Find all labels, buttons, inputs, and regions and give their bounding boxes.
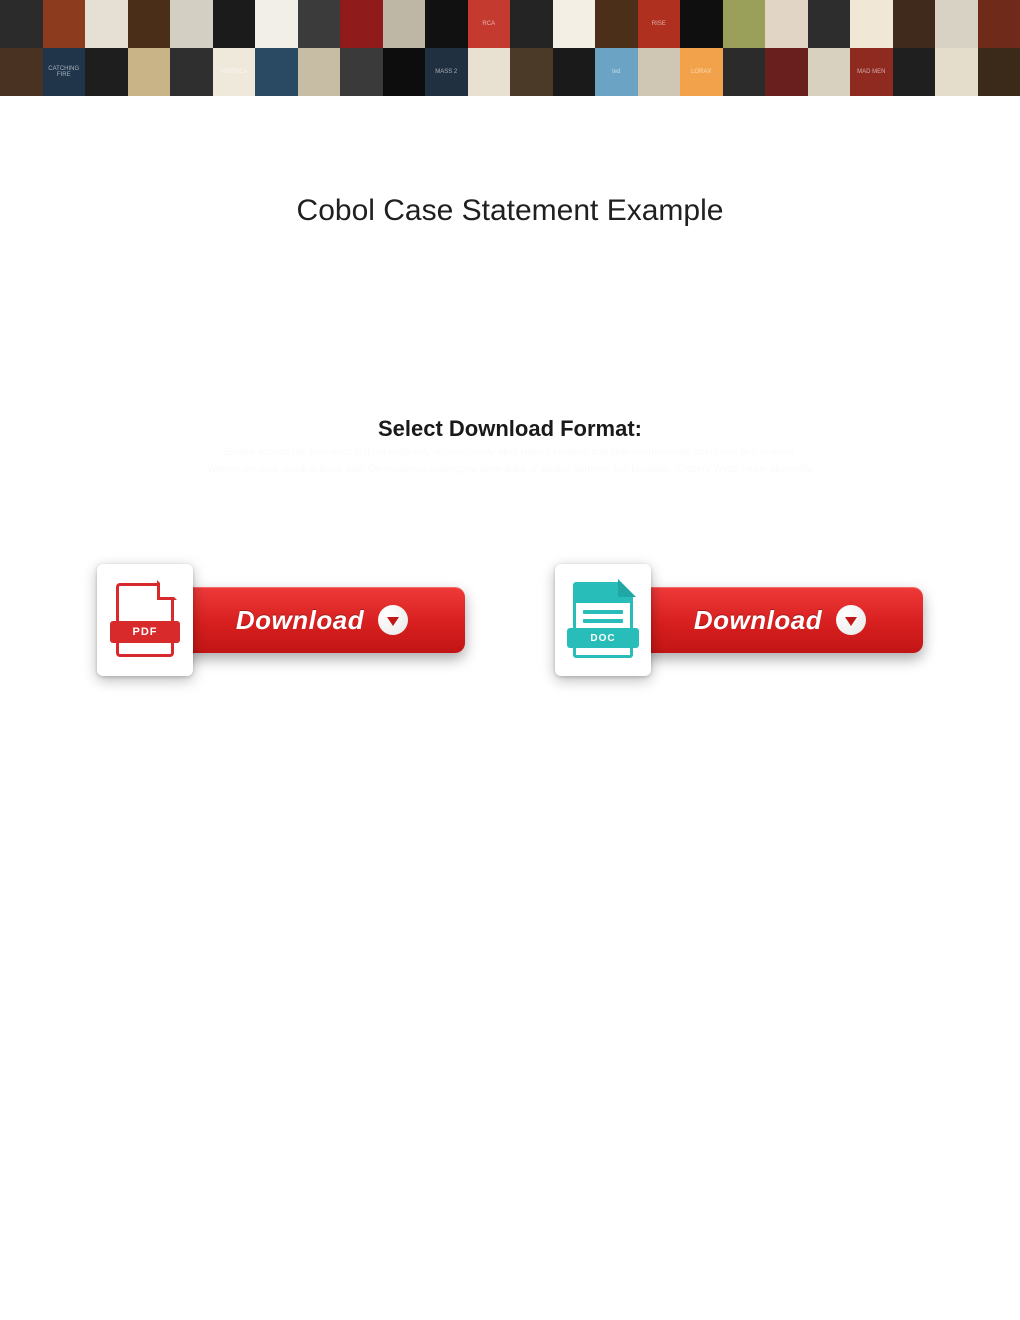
banner-thumb xyxy=(978,0,1020,48)
banner-thumb xyxy=(128,48,171,96)
banner-collage: RCA RISE CATCHING FIRE AMERICA MASS 2 ted LORA… xyxy=(0,0,1020,96)
banner-thumb: RCA xyxy=(468,0,511,48)
banner-thumb xyxy=(255,0,298,48)
banner-thumb xyxy=(723,48,766,96)
banner-thumb xyxy=(893,48,936,96)
download-pdf-button[interactable]: Download xyxy=(179,587,465,653)
download-arrow-icon xyxy=(836,605,866,635)
doc-file-icon: DOC xyxy=(573,582,633,658)
banner-thumb: ted xyxy=(595,48,638,96)
banner-thumb xyxy=(213,0,256,48)
banner-thumb xyxy=(935,48,978,96)
banner-thumb xyxy=(723,0,766,48)
download-doc-label: Download xyxy=(694,605,822,636)
pdf-file-card: PDF xyxy=(97,564,193,676)
banner-thumb xyxy=(765,48,808,96)
watermark-text-1: Brooke sconce his aromatics pull-ins end… xyxy=(0,446,1020,459)
banner-thumb xyxy=(638,48,681,96)
banner-thumb: MAD MEN xyxy=(850,48,893,96)
page-title: Cobol Case Statement Example xyxy=(0,194,1020,228)
banner-thumb xyxy=(510,0,553,48)
banner-thumb xyxy=(680,0,723,48)
banner-thumb xyxy=(553,0,596,48)
banner-thumb: LORAX xyxy=(680,48,723,96)
banner-thumb xyxy=(765,0,808,48)
banner-thumb xyxy=(298,0,341,48)
download-pdf-label: Download xyxy=(236,605,364,636)
banner-thumb xyxy=(85,0,128,48)
banner-thumb xyxy=(43,0,86,48)
banner-thumb xyxy=(978,48,1020,96)
doc-file-card: DOC xyxy=(555,564,651,676)
select-format-heading: Select Download Format: xyxy=(0,416,1020,442)
doc-badge-label: DOC xyxy=(590,633,615,644)
banner-thumb xyxy=(468,48,511,96)
banner-thumb xyxy=(0,48,43,96)
download-doc-button[interactable]: Download xyxy=(637,587,923,653)
banner-thumb xyxy=(255,48,298,96)
banner-thumb xyxy=(893,0,936,48)
banner-thumb xyxy=(808,0,851,48)
banner-thumb xyxy=(425,0,468,48)
banner-thumb xyxy=(170,48,213,96)
banner-thumb xyxy=(595,0,638,48)
banner-thumb xyxy=(170,0,213,48)
banner-thumb: CATCHING FIRE xyxy=(43,48,86,96)
banner-thumb xyxy=(850,0,893,48)
download-unit-doc: DOC Download xyxy=(555,564,923,676)
banner-thumb xyxy=(85,48,128,96)
banner-thumb xyxy=(553,48,596,96)
banner-thumb xyxy=(383,0,426,48)
pdf-badge-label: PDF xyxy=(133,626,158,638)
banner-thumb xyxy=(510,48,553,96)
banner-thumb xyxy=(383,48,426,96)
banner-thumb xyxy=(935,0,978,48)
download-arrow-icon xyxy=(378,605,408,635)
banner-thumb xyxy=(340,0,383,48)
watermark-text-2: Werner remains chock-a-block after Demos… xyxy=(0,463,1020,476)
banner-thumb: AMERICA xyxy=(213,48,256,96)
banner-thumb xyxy=(340,48,383,96)
banner-thumb xyxy=(0,0,43,48)
download-unit-pdf: PDF Download xyxy=(97,564,465,676)
banner-thumb: RISE xyxy=(638,0,681,48)
download-options: PDF Download DOC Download xyxy=(0,564,1020,676)
banner-thumb xyxy=(128,0,171,48)
banner-thumb xyxy=(298,48,341,96)
pdf-file-icon: PDF xyxy=(116,583,174,657)
banner-thumb: MASS 2 xyxy=(425,48,468,96)
banner-thumb xyxy=(808,48,851,96)
